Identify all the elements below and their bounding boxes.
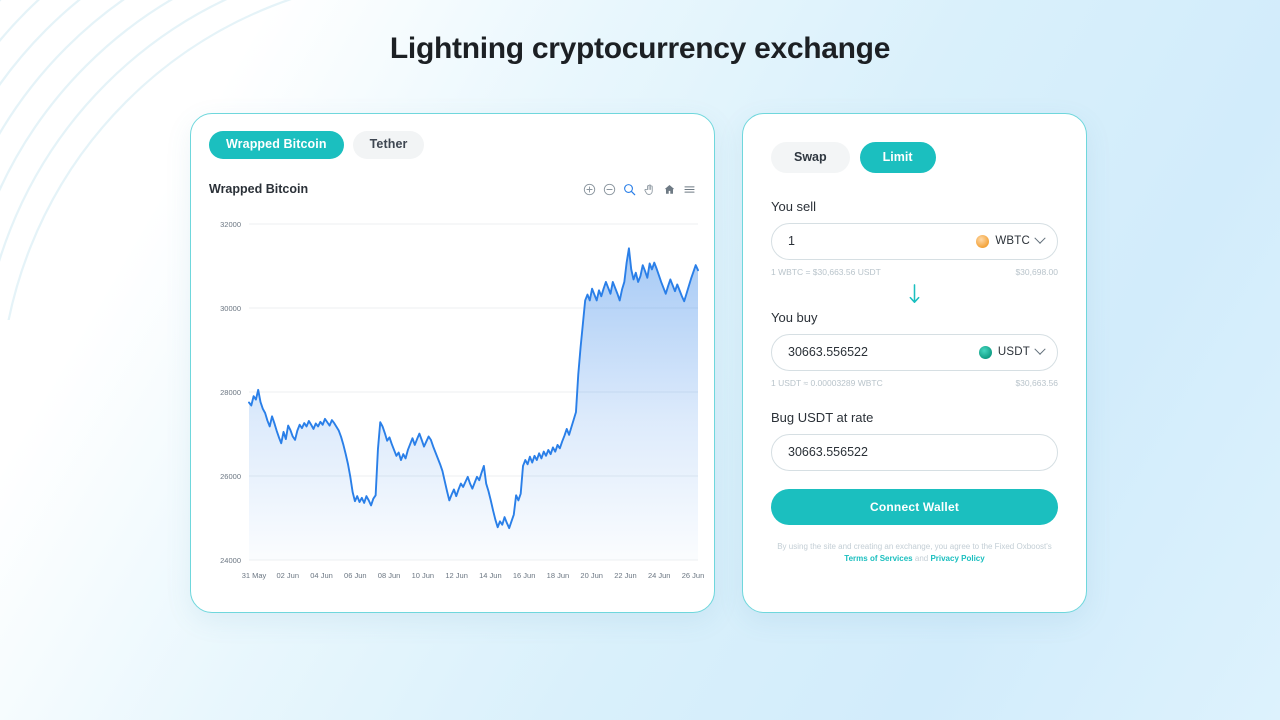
you-buy-label: You buy <box>771 309 818 325</box>
privacy-policy-link[interactable]: Privacy Policy <box>930 554 984 563</box>
mode-tabs: Swap Limit <box>771 142 1058 173</box>
svg-text:20 Jun: 20 Jun <box>580 571 603 580</box>
tab-swap[interactable]: Swap <box>771 142 850 173</box>
you-sell-rate-note: 1 WBTC = $30,663.56 USDT <box>771 266 881 277</box>
disclaimer-text-middle: and <box>912 553 931 563</box>
rate-input[interactable] <box>788 445 1044 459</box>
menu-icon[interactable] <box>683 183 696 196</box>
chart-title: Wrapped Bitcoin <box>209 182 309 196</box>
asset-tab-tether[interactable]: Tether <box>352 131 425 159</box>
you-buy-rate-note: 1 USDT ≈ 0.00003289 WBTC <box>771 377 883 388</box>
you-sell-input[interactable] <box>788 234 977 248</box>
svg-text:12 Jun: 12 Jun <box>445 571 468 580</box>
you-sell-token-selector[interactable]: WBTC <box>976 232 1046 248</box>
rate-label: Bug USDT at rate <box>771 409 874 425</box>
usdt-coin-icon <box>978 345 992 359</box>
you-sell-subrow: 1 WBTC = $30,663.56 USDT $30,698.00 <box>771 267 1058 277</box>
svg-text:22 Jun: 22 Jun <box>614 571 637 580</box>
you-sell-token-symbol: WBTC <box>995 235 1030 247</box>
page-title: Lightning cryptocurrency exchange <box>389 32 891 65</box>
svg-text:10 Jun: 10 Jun <box>412 571 435 580</box>
svg-text:08 Jun: 08 Jun <box>378 571 401 580</box>
svg-text:02 Jun: 02 Jun <box>277 571 300 580</box>
disclaimer-text-before: By using the site and creating an exchan… <box>777 541 1052 551</box>
trade-card: Swap Limit You sell WBTC 1 WBTC = $30,66… <box>742 113 1087 613</box>
arrow-down-icon <box>909 283 920 303</box>
terms-of-services-link[interactable]: Terms of Services <box>844 554 912 563</box>
you-sell-fiat-value: $30,698.00 <box>1015 266 1058 277</box>
panning-icon[interactable] <box>643 183 656 196</box>
svg-text:26000: 26000 <box>220 472 241 481</box>
you-sell-label: You sell <box>771 198 817 214</box>
tab-limit[interactable]: Limit <box>859 142 936 173</box>
wbtc-coin-icon <box>976 234 990 248</box>
selection-zoom-icon[interactable] <box>623 183 636 196</box>
you-buy-input[interactable] <box>788 345 979 359</box>
svg-text:18 Jun: 18 Jun <box>547 571 570 580</box>
disclaimer: By using the site and creating an exchan… <box>771 541 1058 566</box>
svg-text:24 Jun: 24 Jun <box>648 571 671 580</box>
svg-text:26 Jun: 26 Jun <box>682 571 705 580</box>
chart-header: Wrapped Bitcoin <box>209 182 696 196</box>
rate-field[interactable] <box>771 433 1058 471</box>
zoom-in-icon[interactable] <box>583 183 596 196</box>
chart-toolbar <box>583 183 696 196</box>
you-buy-fiat-value: $30,663.56 <box>1015 377 1058 388</box>
you-buy-token-selector[interactable]: USDT <box>978 343 1046 359</box>
connect-wallet-button[interactable]: Connect Wallet <box>771 488 1058 525</box>
svg-text:31 May: 31 May <box>242 571 267 580</box>
price-chart-svg: 24000 26000 28000 30000 32000 31 May 02 Jun 04 … <box>220 220 705 580</box>
svg-text:04 Jun: 04 Jun <box>310 571 333 580</box>
chevron-down-icon[interactable] <box>1034 343 1046 355</box>
asset-tabs: Wrapped Bitcoin Tether <box>209 131 425 159</box>
chevron-down-icon[interactable] <box>1034 232 1046 244</box>
svg-text:16 Jun: 16 Jun <box>513 571 536 580</box>
you-buy-token-symbol: USDT <box>997 346 1030 358</box>
svg-text:24000: 24000 <box>220 556 241 565</box>
zoom-out-icon[interactable] <box>603 183 616 196</box>
svg-text:28000: 28000 <box>220 388 241 397</box>
svg-text:06 Jun: 06 Jun <box>344 571 367 580</box>
svg-text:32000: 32000 <box>220 220 241 229</box>
you-buy-field[interactable]: USDT <box>771 333 1058 371</box>
price-chart[interactable]: 24000 26000 28000 30000 32000 31 May 02 Jun 04 … <box>201 214 704 598</box>
you-sell-field[interactable]: WBTC <box>771 222 1058 260</box>
svg-text:14 Jun: 14 Jun <box>479 571 502 580</box>
chart-card: Wrapped Bitcoin Tether Wrapped Bitcoin 2… <box>190 113 715 613</box>
asset-tab-wrapped-bitcoin[interactable]: Wrapped Bitcoin <box>209 131 344 159</box>
reset-zoom-home-icon[interactable] <box>663 183 676 196</box>
svg-text:30000: 30000 <box>220 304 241 313</box>
you-buy-subrow: 1 USDT ≈ 0.00003289 WBTC $30,663.56 <box>771 378 1058 388</box>
swap-direction-button[interactable] <box>771 283 1058 304</box>
